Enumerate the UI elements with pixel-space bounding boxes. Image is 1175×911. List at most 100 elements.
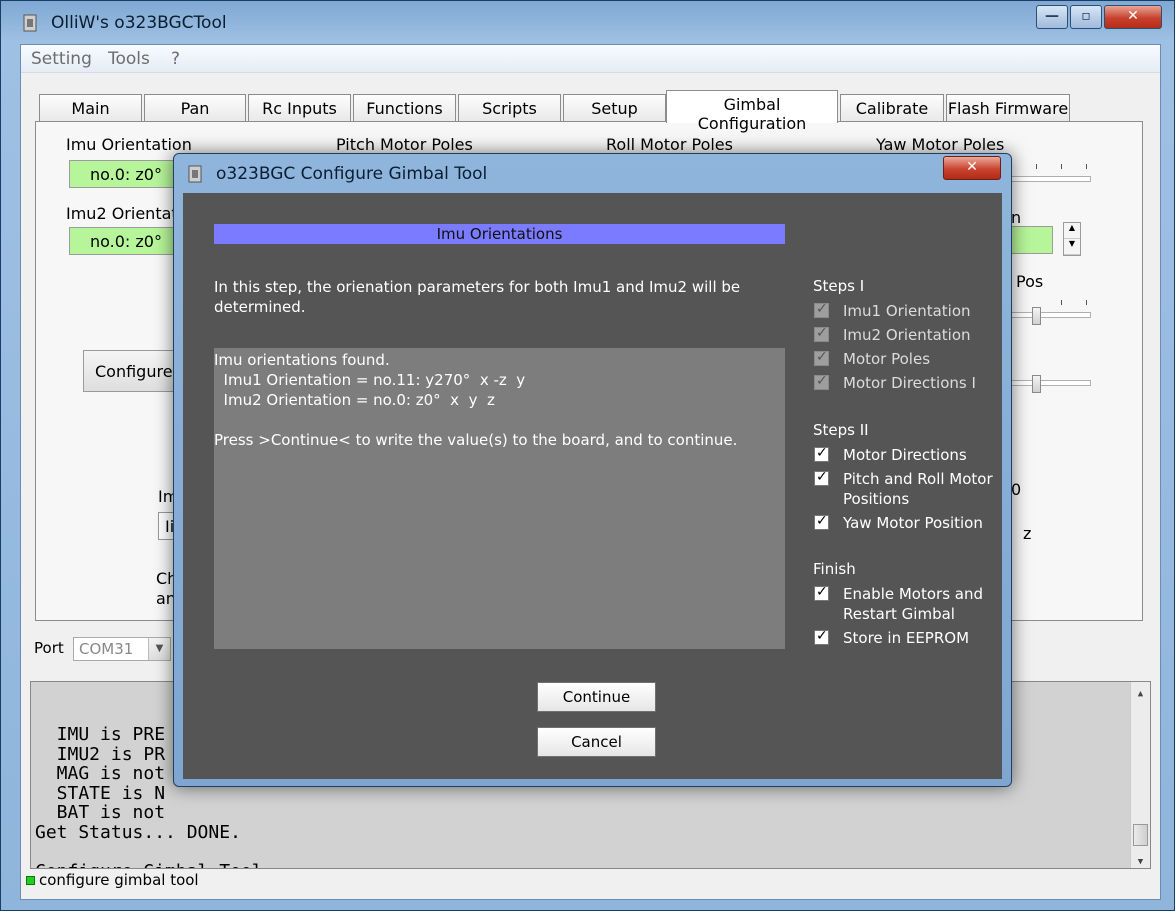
- tab-scripts[interactable]: Scripts: [458, 94, 561, 122]
- tab-setup[interactable]: Setup: [563, 94, 666, 122]
- slider-tick: [1061, 300, 1062, 305]
- slider-tick: [1086, 300, 1087, 305]
- app-icon: [23, 14, 37, 32]
- checkbox[interactable]: ✓: [814, 325, 829, 342]
- checkbox[interactable]: ✓: [814, 445, 829, 462]
- checkbox[interactable]: ✓: [814, 628, 829, 645]
- info-line: Press >Continue< to write the value(s) t…: [214, 431, 738, 449]
- step-info-box: Imu orientations found. Imu1 Orientation…: [214, 348, 785, 649]
- tab-gimbal-configuration[interactable]: Gimbal Configuration: [666, 90, 838, 133]
- chevron-down-icon[interactable]: ▼: [148, 638, 170, 660]
- check-icon: ✓: [816, 469, 828, 485]
- tab-flash-firmware[interactable]: Flash Firmware: [946, 94, 1070, 122]
- step-label: Store in EEPROM: [843, 629, 970, 647]
- step-label: Motor Directions I: [843, 374, 976, 392]
- window-title: OlliW's o323BGCTool: [51, 13, 227, 33]
- partial-label-0: 0: [1011, 480, 1022, 499]
- scroll-up-icon[interactable]: ▲: [1131, 682, 1150, 700]
- console-line: BAT is not: [35, 802, 166, 823]
- checkbox[interactable]: ✓: [814, 513, 829, 530]
- tab-main[interactable]: Main: [39, 94, 142, 122]
- title-bar[interactable]: OlliW's o323BGCTool — ▫ ✕: [1, 1, 1174, 43]
- step-label: Motor Directions: [843, 446, 967, 464]
- scroll-thumb[interactable]: [1133, 824, 1148, 846]
- continue-button[interactable]: Continue: [537, 682, 656, 712]
- port-combo[interactable]: COM31 ▼: [73, 637, 171, 661]
- spin-down-icon[interactable]: ▼: [1064, 239, 1080, 255]
- check-icon: ✓: [816, 445, 828, 461]
- status-led-icon: [26, 876, 35, 885]
- console-scrollbar[interactable]: ▲ ▼: [1130, 682, 1150, 868]
- dialog-app-icon: [188, 165, 202, 183]
- partial-label-z: z: [1023, 524, 1032, 543]
- close-button[interactable]: ✕: [1104, 5, 1162, 29]
- partial-label-pos: Pos: [1016, 272, 1044, 291]
- second-slider-thumb[interactable]: [1032, 375, 1041, 393]
- tab-functions[interactable]: Functions: [353, 94, 456, 122]
- step-intro-text: In this step, the orienation parameters …: [214, 278, 741, 316]
- check-icon: ✓: [816, 628, 828, 644]
- close-icon: ✕: [966, 159, 978, 175]
- menu-tools[interactable]: Tools: [108, 49, 150, 69]
- checkbox[interactable]: ✓: [814, 373, 829, 390]
- tab-rc-inputs[interactable]: Rc Inputs: [248, 94, 351, 122]
- roll-motor-poles-label: Roll Motor Poles: [606, 135, 733, 154]
- tab-pan[interactable]: Pan: [144, 94, 246, 122]
- spin-up-icon[interactable]: ▲: [1064, 223, 1080, 239]
- maximize-icon: ▫: [1081, 8, 1091, 24]
- console-line: Configure Gimbal Tool...: [35, 861, 1150, 868]
- slider-tick: [1086, 164, 1087, 169]
- scroll-down-icon[interactable]: ▼: [1131, 850, 1150, 868]
- step-label: Enable Motors and Restart Gimbal: [843, 585, 984, 623]
- step-label: Imu2 Orientation: [843, 326, 971, 344]
- close-icon: ✕: [1127, 8, 1139, 24]
- tab-calibrate-acc[interactable]: Calibrate Acc: [840, 94, 944, 137]
- configure-gimbal-dialog: o323BGC Configure Gimbal Tool ✕ Imu Orie…: [173, 153, 1012, 787]
- checkbox[interactable]: ✓: [814, 301, 829, 318]
- dialog-body: Imu Orientations In this step, the orien…: [183, 193, 1002, 779]
- console-line: Get Status... DONE.: [35, 821, 241, 843]
- partial-label-n: n: [1011, 208, 1022, 227]
- second-slider[interactable]: [1011, 380, 1091, 386]
- menu-help[interactable]: ?: [171, 49, 180, 69]
- checkbox[interactable]: ✓: [814, 349, 829, 366]
- pitch-motor-poles-label: Pitch Motor Poles: [336, 135, 473, 154]
- slider-tick: [1036, 164, 1037, 169]
- imu-orientation-field[interactable]: no.0: z0°: [69, 160, 189, 188]
- checkbox[interactable]: ✓: [814, 469, 829, 486]
- pos-slider-thumb[interactable]: [1032, 307, 1041, 325]
- dialog-title: o323BGC Configure Gimbal Tool: [216, 164, 488, 184]
- step-label: Pitch and Roll Motor Positions: [843, 470, 993, 508]
- step-label: Motor Poles: [843, 350, 931, 368]
- imu2-orientation-field[interactable]: no.0: z0°: [69, 227, 189, 255]
- partial-green-field[interactable]: [1011, 226, 1053, 254]
- yaw-motor-poles-label: Yaw Motor Poles: [876, 135, 1005, 154]
- menu-bar: Setting Tools ?: [21, 45, 1160, 73]
- check-icon: ✓: [816, 325, 828, 341]
- maximize-button[interactable]: ▫: [1070, 5, 1102, 29]
- spin-control[interactable]: ▲ ▼: [1063, 222, 1081, 256]
- dialog-close-button[interactable]: ✕: [943, 156, 1001, 180]
- info-line: Imu2 Orientation = no.0: z0° x y z: [214, 391, 495, 409]
- steps1-header: Steps I: [813, 277, 865, 295]
- caption-buttons: — ▫ ✕: [1034, 5, 1162, 31]
- info-line: [214, 410, 785, 430]
- status-text: configure gimbal tool: [39, 871, 199, 889]
- cancel-button[interactable]: Cancel: [537, 727, 656, 757]
- minimize-icon: —: [1045, 8, 1059, 24]
- status-bar: configure gimbal tool: [26, 871, 199, 893]
- slider-tick: [1061, 164, 1062, 169]
- minimize-button[interactable]: —: [1036, 5, 1068, 29]
- steps2-header: Steps II: [813, 421, 869, 439]
- port-label: Port: [34, 639, 64, 657]
- step-title-banner: Imu Orientations: [214, 224, 785, 244]
- menu-setting[interactable]: Setting: [31, 49, 92, 69]
- step-label: Imu1 Orientation: [843, 302, 971, 320]
- imu-orientation-label: Imu Orientation: [66, 135, 192, 154]
- yaw-poles-slider[interactable]: [1011, 176, 1091, 182]
- checkbox[interactable]: ✓: [814, 584, 829, 601]
- info-line: Imu orientations found.: [214, 351, 390, 369]
- info-line: Imu1 Orientation = no.11: y270° x -z y: [214, 371, 526, 389]
- pos-slider[interactable]: [1011, 312, 1091, 318]
